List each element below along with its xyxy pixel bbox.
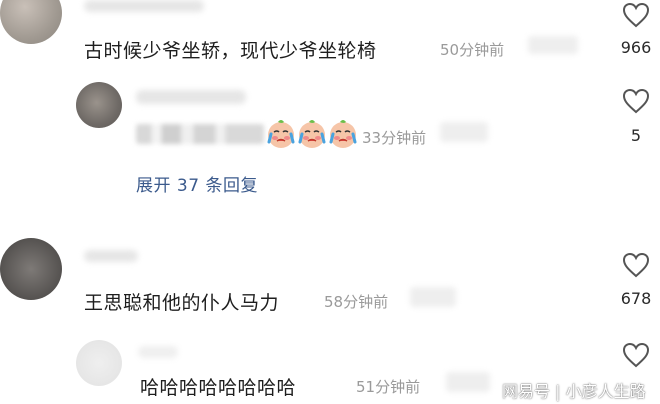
like-button[interactable] xyxy=(622,2,650,32)
like-button[interactable] xyxy=(622,252,650,282)
location-blurred xyxy=(410,287,456,307)
username-blurred[interactable] xyxy=(136,90,246,104)
avatar[interactable] xyxy=(0,0,62,44)
heart-outline-icon xyxy=(622,252,650,278)
username-blurred[interactable] xyxy=(84,0,204,12)
comment-time: 58分钟前 xyxy=(324,293,389,311)
avatar[interactable] xyxy=(76,340,122,386)
comment-time: 51分钟前 xyxy=(356,378,421,396)
heart-outline-icon xyxy=(622,88,650,114)
comment-text: 古时候少爷坐轿，现代少爷坐轮椅 xyxy=(84,40,377,62)
location-blurred xyxy=(528,36,578,54)
crying-face-icon xyxy=(267,120,357,148)
like-count: 966 xyxy=(620,38,652,57)
like-button[interactable] xyxy=(622,88,650,118)
emoji-group xyxy=(266,116,360,154)
username-blurred[interactable] xyxy=(138,346,178,358)
location-blurred xyxy=(446,372,490,392)
watermark: 网易号 | 小彦人生路 xyxy=(502,382,646,401)
comment-time: 33分钟前 xyxy=(362,129,427,147)
username-blurred[interactable] xyxy=(84,250,138,262)
like-count: 5 xyxy=(630,126,642,145)
like-count: 678 xyxy=(620,289,652,308)
comment-time: 50分钟前 xyxy=(440,41,505,59)
location-blurred xyxy=(440,122,488,142)
heart-outline-icon xyxy=(622,2,650,28)
comment-text: 哈哈哈哈哈哈哈哈 xyxy=(140,377,297,399)
like-button[interactable] xyxy=(622,342,650,372)
avatar[interactable] xyxy=(76,82,122,128)
avatar[interactable] xyxy=(0,238,62,300)
heart-outline-icon xyxy=(622,342,650,368)
comment-text: 王思聪和他的仆人马力 xyxy=(84,292,280,314)
expand-replies-link[interactable]: 展开 37 条回复 xyxy=(136,171,258,196)
comment-text-blurred xyxy=(136,124,264,144)
